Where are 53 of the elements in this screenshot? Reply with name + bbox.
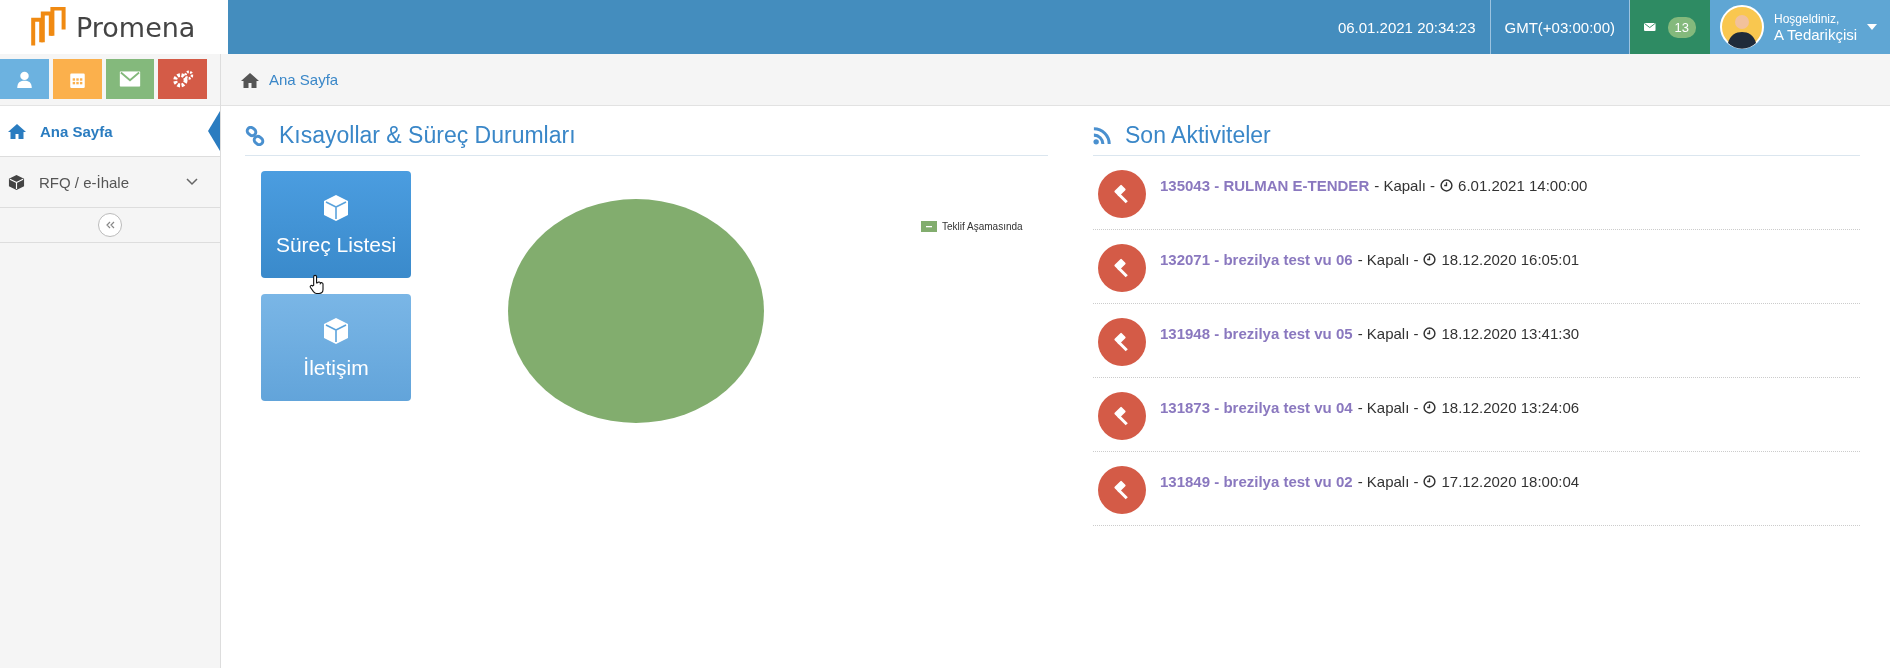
breadcrumb-link[interactable]: Ana Sayfa (269, 71, 339, 88)
quick-button[interactable] (105, 59, 155, 99)
messages-button[interactable]: 13 (1630, 0, 1710, 54)
double-chevron-left-icon (105, 221, 115, 229)
activity-date: 17.12.2020 18:00:04 (1441, 473, 1580, 490)
quick-button[interactable] (0, 59, 49, 99)
calendar-icon (68, 70, 86, 88)
sidebar-item[interactable]: Ana Sayfa (0, 106, 220, 157)
clock-icon (1423, 253, 1437, 266)
activity-status: - Kapalı - (1357, 473, 1419, 490)
activity-link[interactable]: 132071 - brezilya test vu 06 (1160, 251, 1353, 268)
collapse-button[interactable] (98, 213, 122, 237)
activity-link[interactable]: 135043 - RULMAN E-TENDER (1160, 177, 1370, 194)
activity-date: 6.01.2021 14:00:00 (1458, 177, 1588, 194)
activity-date: 18.12.2020 16:05:01 (1441, 251, 1580, 268)
mail-icon (119, 71, 141, 87)
activity-status: - Kapalı - (1374, 177, 1436, 194)
clock-icon (1423, 327, 1437, 340)
user-menu[interactable]: Hoşgeldiniz, A Tedarikçisi (1710, 0, 1890, 54)
user-icon (15, 70, 33, 88)
clock-icon (1423, 401, 1437, 414)
activity-link[interactable]: 131873 - brezilya test vu 04 (1160, 399, 1353, 416)
rss-icon (1093, 126, 1111, 145)
activity-status: - Kapalı - (1357, 399, 1419, 416)
clock-icon (1423, 475, 1437, 488)
cube-icon (321, 192, 351, 223)
shortcut-tile[interactable]: İletişim (261, 294, 411, 401)
hand-cursor-icon (309, 274, 325, 294)
clock-icon (1440, 179, 1454, 192)
brand-name: Promena (76, 11, 196, 43)
panel-title: Kısayollar & Süreç Durumları (279, 122, 576, 149)
legend-label: Teklif Aşamasında (942, 221, 1023, 232)
activity-link[interactable]: 131849 - brezilya test vu 02 (1160, 473, 1353, 490)
message-count-badge: 13 (1667, 16, 1696, 38)
activity-date: 18.12.2020 13:41:30 (1441, 325, 1580, 342)
cube-icon (321, 315, 351, 346)
avatar-icon (1720, 5, 1764, 49)
active-pointer-icon (208, 111, 220, 151)
quick-button[interactable] (52, 59, 102, 99)
caret-icon (1867, 24, 1878, 30)
gears-icon (172, 69, 193, 89)
activity-date: 18.12.2020 13:24:06 (1441, 399, 1580, 416)
panel-title: Son Aktiviteler (1125, 122, 1271, 149)
home-icon (8, 123, 26, 139)
activity-status: - Kapalı - (1357, 325, 1419, 342)
cube-icon (8, 173, 25, 191)
activity-status: - Kapalı - (1357, 251, 1419, 268)
chevron-down-icon (186, 178, 198, 186)
mail-icon (1644, 20, 1656, 34)
activity-link[interactable]: 131948 - brezilya test vu 05 (1160, 325, 1353, 342)
quick-button[interactable] (158, 59, 207, 99)
link-icon (245, 125, 265, 146)
home-icon (241, 71, 259, 88)
